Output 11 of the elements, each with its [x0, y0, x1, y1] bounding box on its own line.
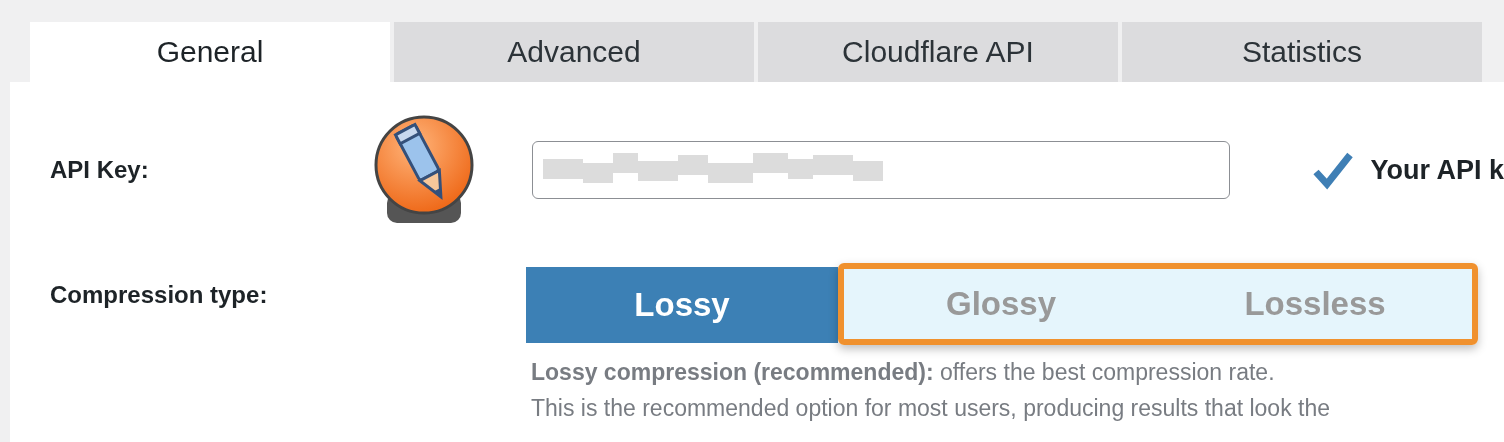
tab[interactable]: General	[30, 22, 390, 82]
compression-option[interactable]: Lossy	[526, 267, 838, 343]
field-label: API Key:	[50, 156, 150, 184]
api-key-field[interactable]	[532, 141, 1231, 199]
tab[interactable]: Statistics	[1122, 22, 1482, 82]
description-text: This is the recommended option for most users, producing results that look the	[531, 395, 1331, 422]
tab[interactable]: Advanced	[394, 22, 754, 82]
api-key-status: Your API k	[1370, 154, 1504, 186]
description-text: Lossy compression (recommended): offers the best compression rate.	[531, 359, 1276, 386]
tab[interactable]: Cloudflare API	[758, 22, 1118, 82]
field-label: Compression type:	[50, 281, 269, 309]
